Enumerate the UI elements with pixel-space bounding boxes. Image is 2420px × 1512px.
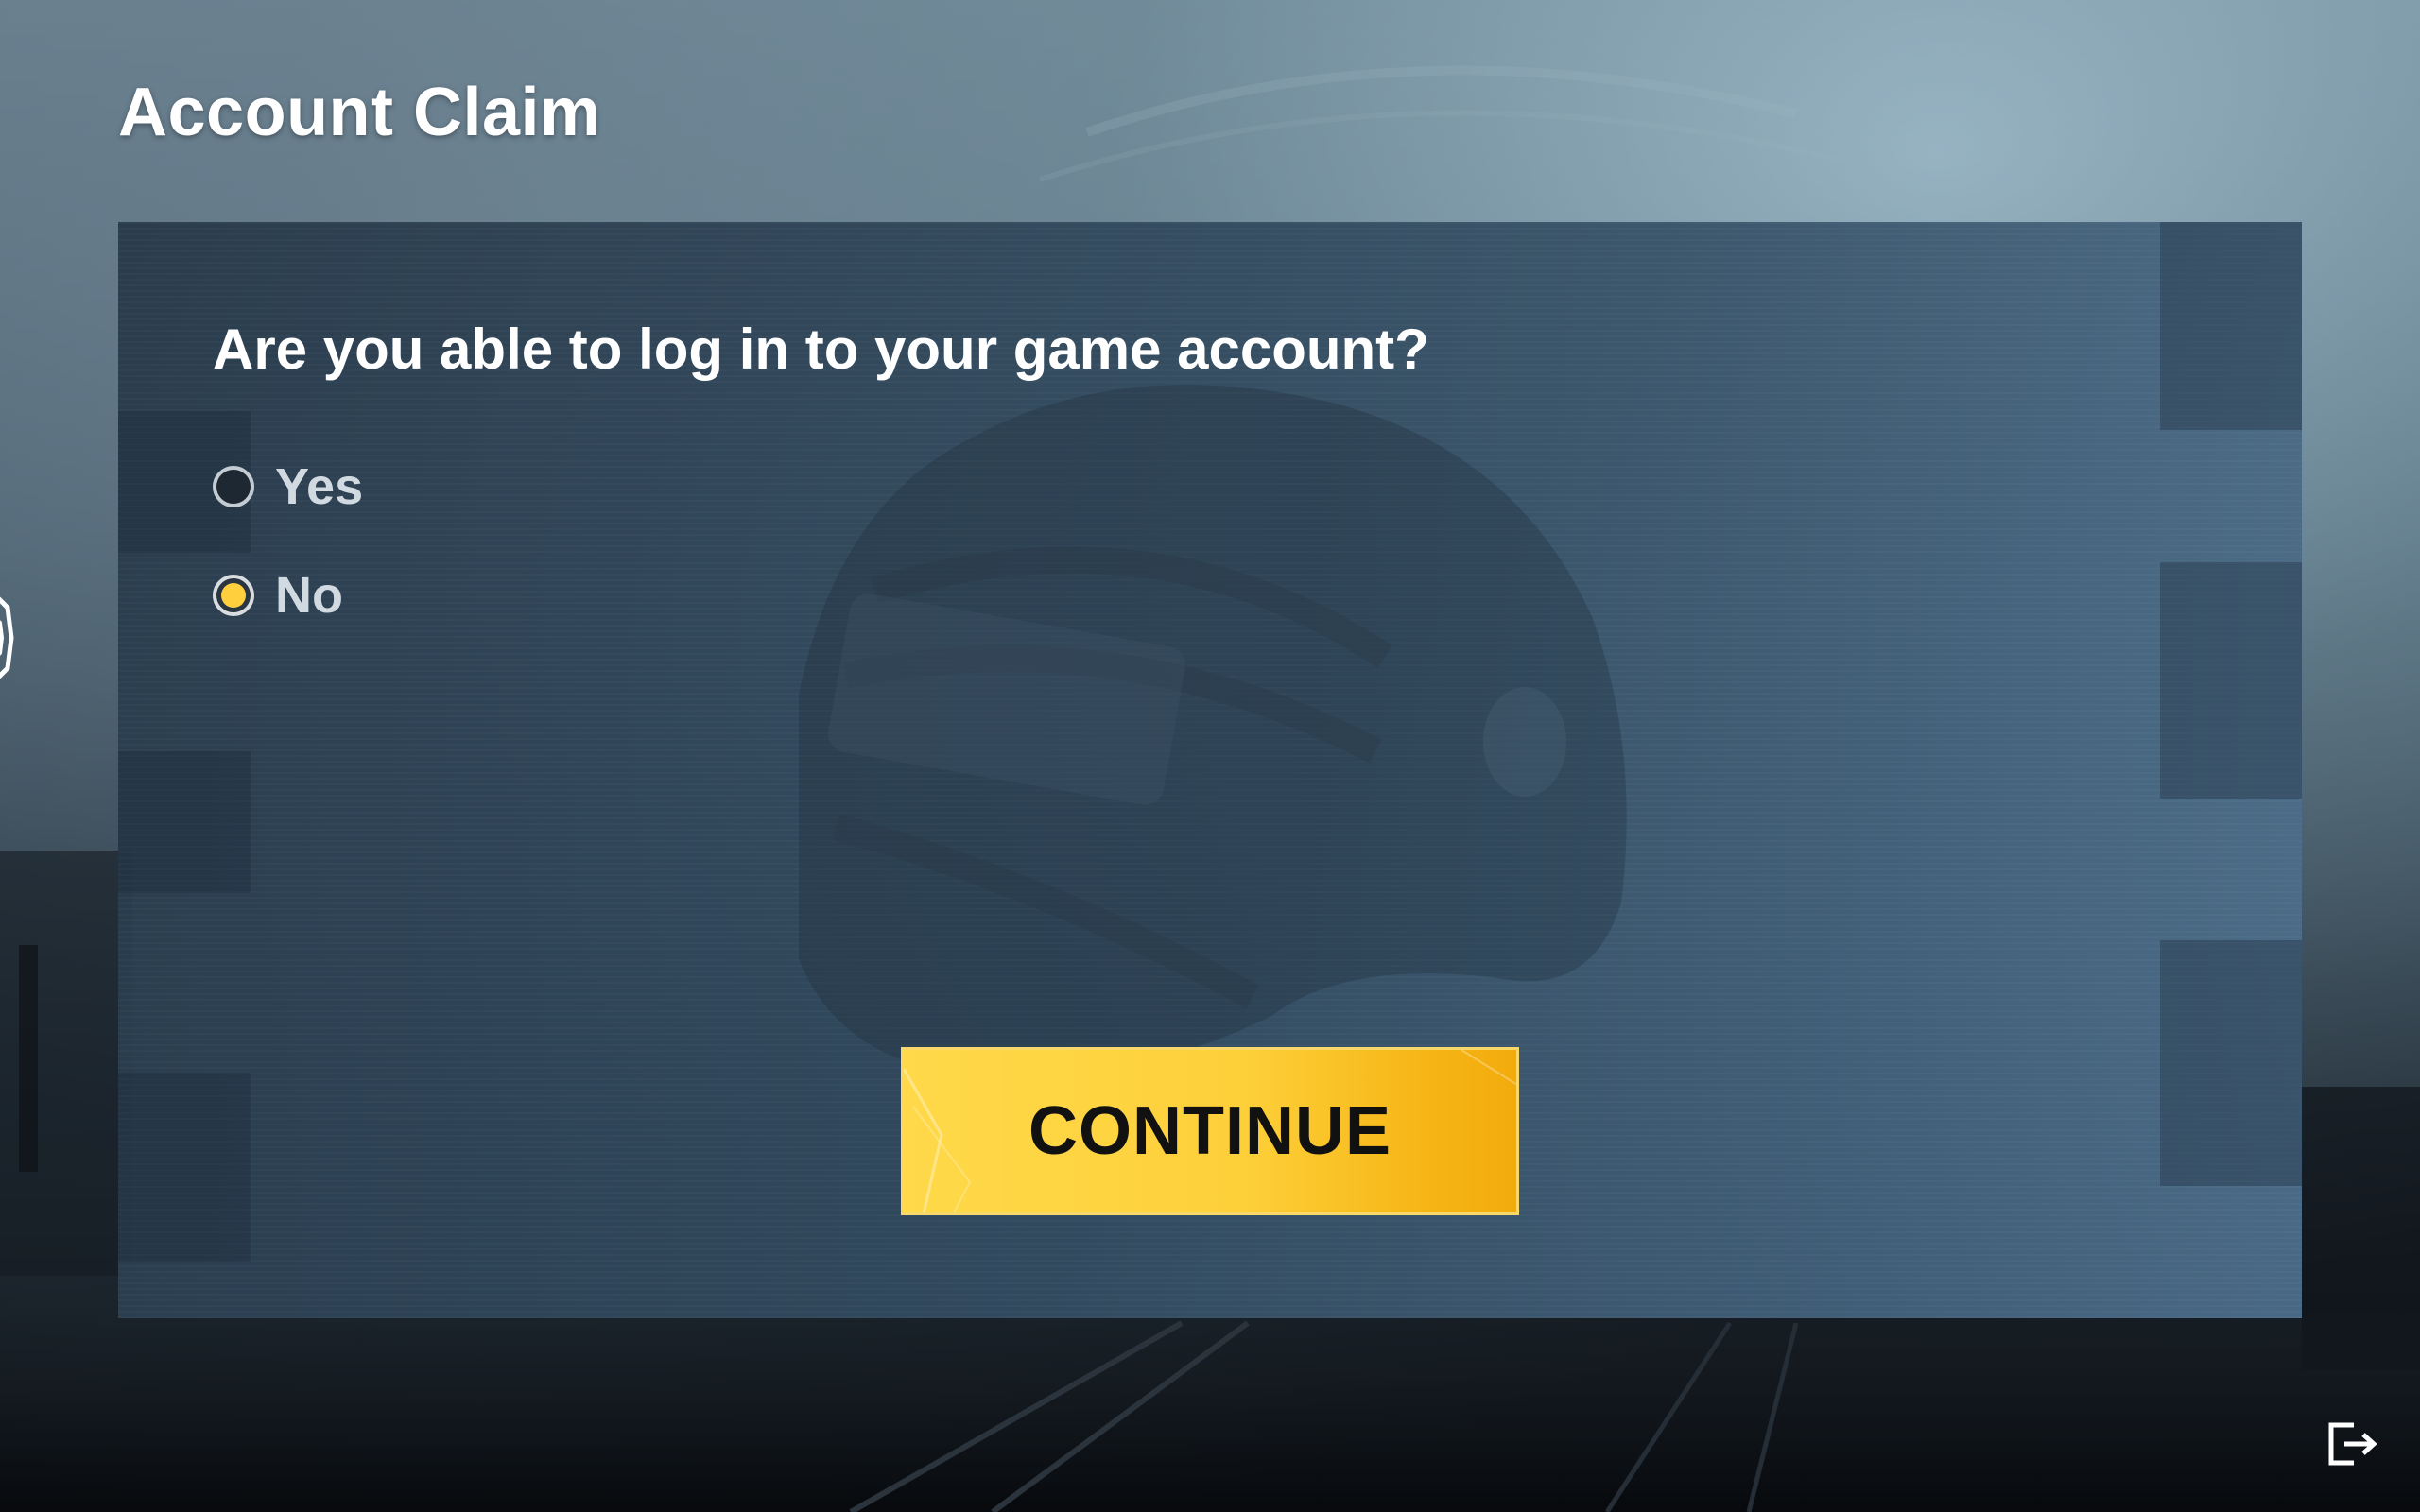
exit-icon[interactable] xyxy=(2325,1419,2378,1469)
continue-label: CONTINUE xyxy=(1028,1093,1392,1169)
radio-selected-dot xyxy=(221,583,246,608)
radio-no-circle[interactable] xyxy=(213,575,254,616)
account-claim-panel: Are you able to log in to your game acco… xyxy=(118,222,2302,1318)
radio-no-label: No xyxy=(275,567,343,624)
login-radio-group: Yes No xyxy=(213,449,363,666)
radio-option-yes[interactable]: Yes xyxy=(213,449,363,524)
radio-yes-circle[interactable] xyxy=(213,466,254,507)
radio-option-no[interactable]: No xyxy=(213,558,363,633)
hexagon-icon xyxy=(0,596,14,679)
radio-yes-label: Yes xyxy=(275,458,364,515)
question-text: Are you able to log in to your game acco… xyxy=(213,318,1429,381)
continue-button[interactable]: CONTINUE xyxy=(901,1047,1519,1215)
page-title: Account Claim xyxy=(118,75,601,150)
